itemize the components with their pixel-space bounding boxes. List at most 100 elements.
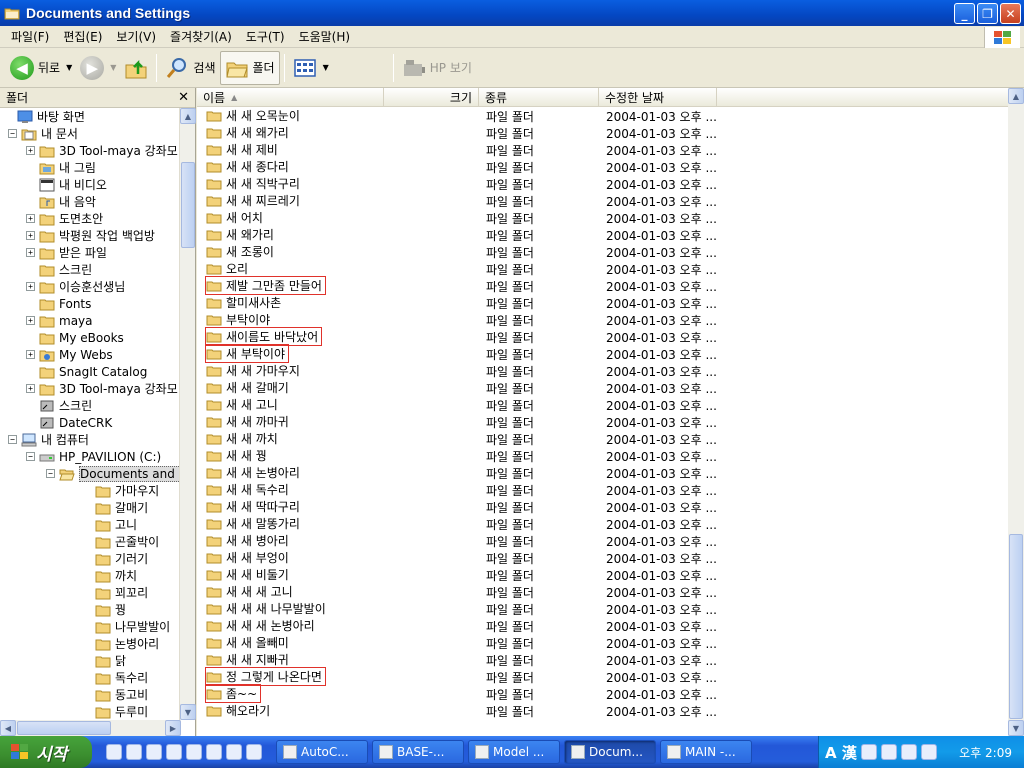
tree-item[interactable]: 내 그림 bbox=[26, 159, 96, 176]
file-row[interactable]: 새 새 병아리 파일 폴더 2004-01-03 오후 ... bbox=[197, 532, 1008, 549]
file-name-cell[interactable]: 정 그렇게 나온다면 bbox=[205, 667, 326, 686]
taskbar-button[interactable]: Model ... bbox=[468, 740, 560, 764]
restore-button[interactable]: ❐ bbox=[977, 3, 998, 24]
collapse-icon[interactable]: − bbox=[8, 435, 17, 444]
tray-icon[interactable] bbox=[880, 744, 897, 760]
file-row[interactable]: 새 새 부엉이 파일 폴더 2004-01-03 오후 ... bbox=[197, 549, 1008, 566]
file-name-cell[interactable]: 새 새 까마귀 bbox=[206, 413, 292, 430]
tree-item[interactable]: − 내 컴퓨터 bbox=[8, 431, 89, 448]
collapse-icon[interactable]: − bbox=[8, 129, 17, 138]
file-name-cell[interactable]: 좀~~ bbox=[204, 684, 262, 703]
file-name-cell[interactable]: 새 새 말똥가리 bbox=[206, 515, 303, 532]
back-button[interactable]: ◀ 뒤로 ▼ bbox=[6, 51, 76, 85]
file-row[interactable]: 새 새 제비 파일 폴더 2004-01-03 오후 ... bbox=[197, 141, 1008, 158]
tree-item[interactable]: 논병아리 bbox=[82, 635, 159, 652]
expand-icon[interactable]: + bbox=[26, 231, 35, 240]
file-name-cell[interactable]: 새 새 직박구리 bbox=[206, 175, 303, 192]
tree-item[interactable]: 나무발발이 bbox=[82, 618, 170, 635]
file-row[interactable]: 새 새 고니 파일 폴더 2004-01-03 오후 ... bbox=[197, 396, 1008, 413]
file-row[interactable]: 제발 그만좀 만들어 파일 폴더 2004-01-03 오후 ... bbox=[197, 276, 1008, 295]
start-button[interactable]: 시작 bbox=[0, 736, 92, 768]
folder-tree-vertical-scrollbar[interactable]: ▲ ▼ bbox=[179, 108, 196, 720]
menu-file[interactable]: 파일(F) bbox=[4, 28, 56, 45]
scroll-down-icon[interactable]: ▼ bbox=[180, 704, 196, 720]
file-name-cell[interactable]: 새 새 갈매기 bbox=[206, 379, 292, 396]
file-name-cell[interactable]: 새 새 새 고니 bbox=[206, 583, 296, 600]
file-row[interactable]: 새 부탁이야 파일 폴더 2004-01-03 오후 ... bbox=[197, 344, 1008, 363]
minimize-button[interactable]: _ bbox=[954, 3, 975, 24]
search-button[interactable]: 검색 bbox=[161, 51, 219, 85]
scroll-right-icon[interactable]: ▶ bbox=[165, 720, 181, 736]
file-row[interactable]: 새 새 비둘기 파일 폴더 2004-01-03 오후 ... bbox=[197, 566, 1008, 583]
file-row[interactable]: 새 새 까마귀 파일 폴더 2004-01-03 오후 ... bbox=[197, 413, 1008, 430]
file-name-cell[interactable]: 새 새 독수리 bbox=[206, 481, 292, 498]
quick-launch-app-icon[interactable] bbox=[246, 744, 262, 760]
file-name-cell[interactable]: 할미새사촌 bbox=[206, 294, 284, 311]
tree-item[interactable]: 가마우지 bbox=[82, 482, 159, 499]
menu-tools[interactable]: 도구(T) bbox=[239, 28, 292, 45]
forward-dropdown-icon[interactable]: ▼ bbox=[110, 63, 116, 72]
tree-item[interactable]: 스크린 bbox=[26, 397, 92, 414]
internet-explorer-icon[interactable] bbox=[126, 744, 142, 760]
tree-item[interactable]: My eBooks bbox=[26, 329, 124, 346]
file-row[interactable]: 새 새 까치 파일 폴더 2004-01-03 오후 ... bbox=[197, 430, 1008, 447]
collapse-icon[interactable]: − bbox=[26, 452, 35, 461]
file-name-cell[interactable]: 새 새 병아리 bbox=[206, 532, 292, 549]
file-row[interactable]: 새 새 새 논병아리 파일 폴더 2004-01-03 오후 ... bbox=[197, 617, 1008, 634]
file-name-cell[interactable]: 오리 bbox=[206, 260, 251, 277]
file-name-cell[interactable]: 새 새 오목눈이 bbox=[206, 107, 303, 124]
collapse-icon[interactable]: − bbox=[46, 469, 55, 478]
tree-item[interactable]: 꾀꼬리 bbox=[82, 584, 148, 601]
tree-item[interactable]: 독수리 bbox=[82, 669, 148, 686]
file-name-cell[interactable]: 새 새 새 나무발발이 bbox=[206, 600, 329, 617]
file-row[interactable]: 새 새 지빠귀 파일 폴더 2004-01-03 오후 ... bbox=[197, 651, 1008, 668]
file-name-cell[interactable]: 새 부탁이야 bbox=[204, 344, 290, 363]
menu-help[interactable]: 도움말(H) bbox=[292, 28, 358, 45]
menu-view[interactable]: 보기(V) bbox=[109, 28, 163, 45]
file-row[interactable]: 해오라기 파일 폴더 2004-01-03 오후 ... bbox=[197, 702, 1008, 719]
file-row[interactable]: 새 새 찌르레기 파일 폴더 2004-01-03 오후 ... bbox=[197, 192, 1008, 209]
tree-item[interactable]: + 받은 파일 bbox=[26, 244, 107, 261]
file-name-cell[interactable]: 새 새 제비 bbox=[206, 141, 281, 158]
tray-icon[interactable] bbox=[900, 744, 917, 760]
file-row[interactable]: 새 조롱이 파일 폴더 2004-01-03 오후 ... bbox=[197, 243, 1008, 260]
ime-indicator[interactable]: A 漢 bbox=[825, 742, 857, 763]
tree-item[interactable]: − 내 문서 bbox=[8, 125, 78, 142]
title-bar[interactable]: Documents and Settings _ ❐ ✕ bbox=[0, 0, 1024, 26]
file-row[interactable]: 새 새 갈매기 파일 폴더 2004-01-03 오후 ... bbox=[197, 379, 1008, 396]
scroll-left-icon[interactable]: ◀ bbox=[0, 720, 16, 736]
file-name-cell[interactable]: 새 새 왜가리 bbox=[206, 124, 292, 141]
file-row[interactable]: 새 어치 파일 폴더 2004-01-03 오후 ... bbox=[197, 209, 1008, 226]
quick-launch-app-icon[interactable] bbox=[186, 744, 202, 760]
scroll-up-icon[interactable]: ▲ bbox=[1008, 88, 1024, 104]
scroll-down-icon[interactable]: ▼ bbox=[1008, 720, 1024, 736]
file-row[interactable]: 새 새 오목눈이 파일 폴더 2004-01-03 오후 ... bbox=[197, 107, 1008, 124]
file-name-cell[interactable]: 새 새 논병아리 bbox=[206, 464, 303, 481]
tree-item[interactable]: 까치 bbox=[82, 567, 137, 584]
tree-item[interactable]: + 도면초안 bbox=[26, 210, 103, 227]
file-name-cell[interactable]: 해오라기 bbox=[206, 702, 273, 719]
up-folder-button[interactable] bbox=[120, 51, 152, 85]
tray-icon[interactable] bbox=[860, 744, 877, 760]
tree-item[interactable]: 스크린 bbox=[26, 261, 92, 278]
scroll-thumb[interactable] bbox=[17, 721, 111, 735]
expand-icon[interactable]: + bbox=[26, 316, 35, 325]
expand-icon[interactable]: + bbox=[26, 146, 35, 155]
taskbar-button[interactable]: Docum... bbox=[564, 740, 656, 764]
tree-item[interactable]: + 이승훈선생님 bbox=[26, 278, 125, 295]
file-list-vertical-scrollbar[interactable]: ▲ ▼ bbox=[1008, 88, 1024, 736]
tree-item[interactable]: 꿩 bbox=[82, 601, 126, 618]
scroll-up-icon[interactable]: ▲ bbox=[180, 108, 196, 124]
file-row[interactable]: 새 새 꿩 파일 폴더 2004-01-03 오후 ... bbox=[197, 447, 1008, 464]
file-name-cell[interactable]: 새 새 까치 bbox=[206, 430, 281, 447]
file-name-cell[interactable]: 새 새 꿩 bbox=[206, 447, 270, 464]
back-dropdown-icon[interactable]: ▼ bbox=[66, 63, 72, 72]
file-row[interactable]: 새 새 말똥가리 파일 폴더 2004-01-03 오후 ... bbox=[197, 515, 1008, 532]
tree-item[interactable]: 내 비디오 bbox=[26, 176, 107, 193]
quick-launch-app-icon[interactable] bbox=[106, 744, 122, 760]
menu-favorites[interactable]: 즐겨찾기(A) bbox=[163, 28, 239, 45]
tray-icon[interactable] bbox=[920, 744, 937, 760]
file-name-cell[interactable]: 새 새 찌르레기 bbox=[206, 192, 303, 209]
menu-edit[interactable]: 편집(E) bbox=[56, 28, 109, 45]
tree-item[interactable]: Fonts bbox=[26, 295, 91, 312]
